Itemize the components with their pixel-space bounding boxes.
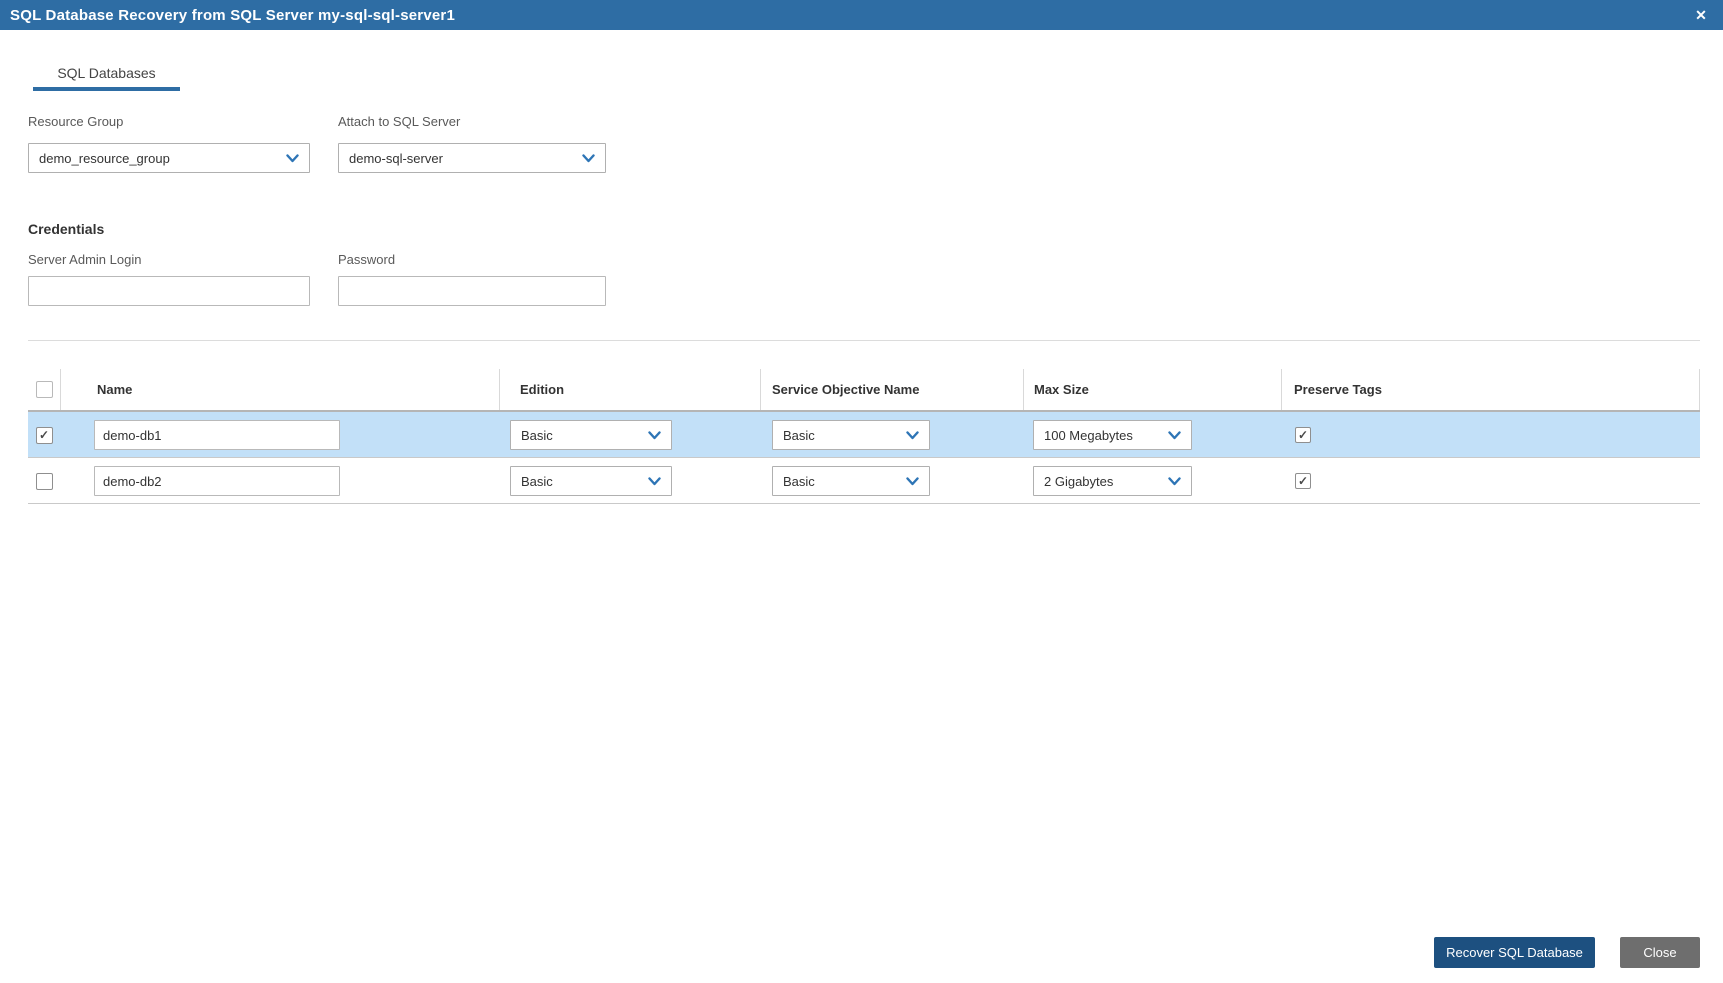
column-header-max-size: Max Size xyxy=(1023,369,1281,410)
chevron-down-icon xyxy=(582,153,595,163)
dialog-title-bar: SQL Database Recovery from SQL Server my… xyxy=(0,0,1723,30)
attach-server-select[interactable]: demo-sql-server xyxy=(338,143,606,173)
max-size-value: 100 Megabytes xyxy=(1044,427,1133,443)
max-size-select[interactable]: 100 Megabytes xyxy=(1033,420,1192,450)
resource-group-value: demo_resource_group xyxy=(39,150,170,166)
row-name-cell xyxy=(60,412,499,458)
row-max-size-cell: 2 Gigabytes xyxy=(1023,458,1281,504)
row-select-checkbox[interactable] xyxy=(35,472,53,490)
close-icon[interactable]: ✕ xyxy=(1689,0,1713,30)
table-header-row: Name Edition Service Objective Name Max … xyxy=(28,369,1700,412)
select-all-checkbox[interactable] xyxy=(35,381,53,398)
row-select-checkbox[interactable]: ✓ xyxy=(35,426,53,444)
row-preserve-tags-cell: ✓ xyxy=(1281,458,1700,504)
edition-value: Basic xyxy=(521,473,553,489)
header-select-all-cell xyxy=(28,369,60,410)
row-edition-cell: Basic xyxy=(499,412,760,458)
row-max-size-cell: 100 Megabytes xyxy=(1023,412,1281,458)
resource-group-select[interactable]: demo_resource_group xyxy=(28,143,310,173)
edition-select[interactable]: Basic xyxy=(510,420,672,450)
service-objective-select[interactable]: Basic xyxy=(772,420,930,450)
row-select-cell: ✓ xyxy=(28,412,60,458)
chevron-down-icon xyxy=(286,153,299,163)
db-name-input[interactable] xyxy=(94,420,340,450)
chevron-down-icon xyxy=(1168,476,1181,486)
row-select-cell xyxy=(28,458,60,504)
tab-label: SQL Databases xyxy=(57,64,156,81)
service-objective-select[interactable]: Basic xyxy=(772,466,930,496)
max-size-value: 2 Gigabytes xyxy=(1044,473,1114,489)
databases-table: Name Edition Service Objective Name Max … xyxy=(28,369,1700,504)
service-objective-value: Basic xyxy=(783,473,815,489)
table-row: Basic Basic 2 Gigabytes xyxy=(28,458,1700,504)
credentials-heading: Credentials xyxy=(28,221,105,237)
row-service-objective-cell: Basic xyxy=(760,458,1023,504)
service-objective-value: Basic xyxy=(783,427,815,443)
password-input[interactable] xyxy=(338,276,606,306)
preserve-tags-checkbox[interactable]: ✓ xyxy=(1295,427,1311,443)
password-label: Password xyxy=(338,252,396,267)
dialog-title: SQL Database Recovery from SQL Server my… xyxy=(10,6,456,24)
chevron-down-icon xyxy=(648,476,661,486)
table-row: ✓ Basic Basic xyxy=(28,412,1700,458)
chevron-down-icon xyxy=(648,430,661,440)
resource-group-label: Resource Group xyxy=(28,114,124,129)
server-admin-login-input[interactable] xyxy=(28,276,310,306)
column-header-service-objective: Service Objective Name xyxy=(760,369,1023,410)
section-divider xyxy=(28,340,1700,341)
chevron-down-icon xyxy=(906,476,919,486)
column-header-edition: Edition xyxy=(499,369,760,410)
edition-value: Basic xyxy=(521,427,553,443)
recover-sql-database-button[interactable]: Recover SQL Database xyxy=(1434,937,1595,968)
row-name-cell xyxy=(60,458,499,504)
server-admin-login-label: Server Admin Login xyxy=(28,252,142,267)
db-name-input[interactable] xyxy=(94,466,340,496)
attach-server-value: demo-sql-server xyxy=(349,150,443,166)
preserve-tags-checkbox[interactable]: ✓ xyxy=(1295,473,1311,489)
edition-select[interactable]: Basic xyxy=(510,466,672,496)
sql-recovery-dialog: SQL Database Recovery from SQL Server my… xyxy=(0,0,1723,983)
chevron-down-icon xyxy=(906,430,919,440)
row-service-objective-cell: Basic xyxy=(760,412,1023,458)
tab-sql-databases[interactable]: SQL Databases xyxy=(33,58,180,91)
row-edition-cell: Basic xyxy=(499,458,760,504)
close-button[interactable]: Close xyxy=(1620,937,1700,968)
attach-server-label: Attach to SQL Server xyxy=(338,114,461,129)
column-header-name: Name xyxy=(60,369,499,410)
row-preserve-tags-cell: ✓ xyxy=(1281,412,1700,458)
max-size-select[interactable]: 2 Gigabytes xyxy=(1033,466,1192,496)
column-header-preserve-tags: Preserve Tags xyxy=(1281,369,1700,410)
chevron-down-icon xyxy=(1168,430,1181,440)
